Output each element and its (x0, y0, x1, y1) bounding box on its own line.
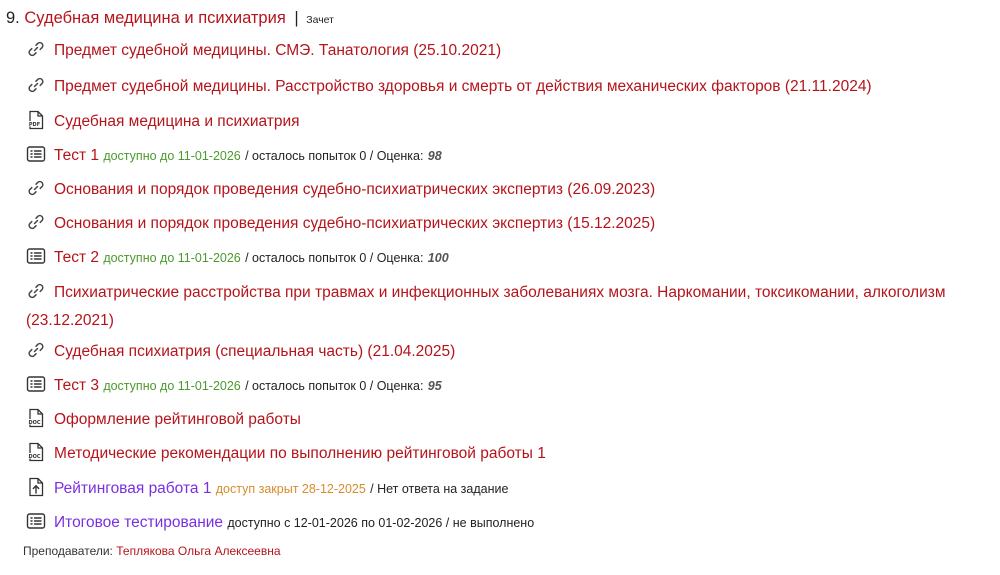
link-icon (26, 39, 46, 59)
attempts-text: / осталось попыток 0 / Оценка: (245, 379, 424, 393)
resource-link[interactable]: Основания и порядок проведения судебно-п… (54, 215, 655, 232)
quiz-link[interactable]: Тест 2 (54, 249, 99, 266)
list-item: Основания и порядок проведения судебно-п… (26, 177, 992, 202)
teachers-label: Преподаватели: (23, 544, 113, 558)
resource-link[interactable]: Судебная медицина и психиатрия (54, 113, 300, 130)
quiz-link[interactable]: Тест 3 (54, 377, 99, 394)
availability-text: доступ закрыт 28-12-2025 (215, 482, 366, 496)
resource-link[interactable]: Предмет судебной медицины. Расстройство … (54, 78, 872, 95)
course-section: 9. Судебная медицина и психиатрия | Заче… (0, 0, 1000, 575)
section-separator: | (294, 9, 299, 27)
link-icon (26, 75, 46, 95)
resource-link[interactable]: Методические рекомендации по выполнению … (54, 445, 546, 462)
availability-text: доступно до 11-01-2026 (103, 379, 241, 393)
section-title-link[interactable]: Судебная медицина и психиатрия (24, 9, 285, 27)
pdf-file-icon: PDF (26, 110, 46, 130)
quiz-icon (26, 511, 46, 531)
quiz-link[interactable]: Тест 1 (54, 147, 99, 164)
resource-link[interactable]: Судебная психиатрия (специальная часть) … (54, 343, 455, 360)
quiz-link[interactable]: Итоговое тестирование (54, 514, 223, 531)
list-item: Тест 2 доступно до 11-01-2026 / осталось… (26, 245, 992, 271)
section-assessment-type: Зачет (306, 14, 334, 26)
attempts-text: / осталось попыток 0 / Оценка: (245, 149, 424, 163)
list-item: Итоговое тестирование доступно с 12-01-2… (26, 510, 992, 536)
quiz-icon (26, 144, 46, 164)
list-item: Тест 1 доступно до 11-01-2026 / осталось… (26, 143, 992, 169)
assignment-link[interactable]: Рейтинговая работа 1 (54, 480, 211, 497)
quiz-icon (26, 374, 46, 394)
resource-link[interactable]: Психиатрические расстройства при травмах… (26, 284, 946, 329)
teachers-line: Преподаватели: Теплякова Ольга Алексеевн… (23, 544, 281, 558)
attempts-text: / осталось попыток 0 / Оценка: (245, 251, 424, 265)
link-icon (26, 212, 46, 232)
list-item: Предмет судебной медицины. СМЭ. Танатоло… (26, 38, 992, 63)
list-item: Тест 3 доступно до 11-01-2026 / осталось… (26, 373, 992, 399)
list-item: DOC Оформление рейтинговой работы (26, 407, 992, 432)
list-item: Основания и порядок проведения судебно-п… (26, 211, 992, 236)
grade-value: 98 (427, 149, 442, 163)
grade-value: 95 (427, 379, 442, 393)
teacher-name: Теплякова Ольга Алексеевна (116, 544, 281, 558)
section-header: 9. Судебная медицина и психиатрия | Заче… (6, 7, 334, 31)
list-item: Рейтинговая работа 1 доступ закрыт 28-12… (26, 476, 992, 502)
link-icon (26, 281, 46, 301)
list-item: Психиатрические расстройства при травмах… (26, 279, 994, 335)
svg-text:DOC: DOC (28, 454, 40, 460)
doc-file-icon: DOC (26, 442, 46, 462)
submission-status: / Нет ответа на задание (370, 482, 509, 496)
resource-link[interactable]: Предмет судебной медицины. СМЭ. Танатоло… (54, 42, 501, 59)
quiz-status: доступно с 12-01-2026 по 01-02-2026 / не… (227, 516, 535, 530)
grade-value: 100 (427, 251, 449, 265)
availability-text: доступно до 11-01-2026 (103, 251, 241, 265)
doc-file-icon: DOC (26, 408, 46, 428)
section-number: 9. (6, 9, 20, 27)
quiz-icon (26, 246, 46, 266)
svg-text:PDF: PDF (29, 122, 40, 128)
resource-link[interactable]: Оформление рейтинговой работы (54, 411, 301, 428)
svg-text:DOC: DOC (28, 420, 40, 426)
availability-text: доступно до 11-01-2026 (103, 149, 241, 163)
link-icon (26, 340, 46, 360)
assignment-upload-icon (26, 477, 46, 497)
list-item: PDF Судебная медицина и психиатрия (26, 109, 992, 134)
resource-link[interactable]: Основания и порядок проведения судебно-п… (54, 181, 655, 198)
list-item: DOC Методические рекомендации по выполне… (26, 441, 992, 466)
list-item: Предмет судебной медицины. Расстройство … (26, 74, 992, 99)
link-icon (26, 178, 46, 198)
list-item: Судебная психиатрия (специальная часть) … (26, 339, 992, 364)
